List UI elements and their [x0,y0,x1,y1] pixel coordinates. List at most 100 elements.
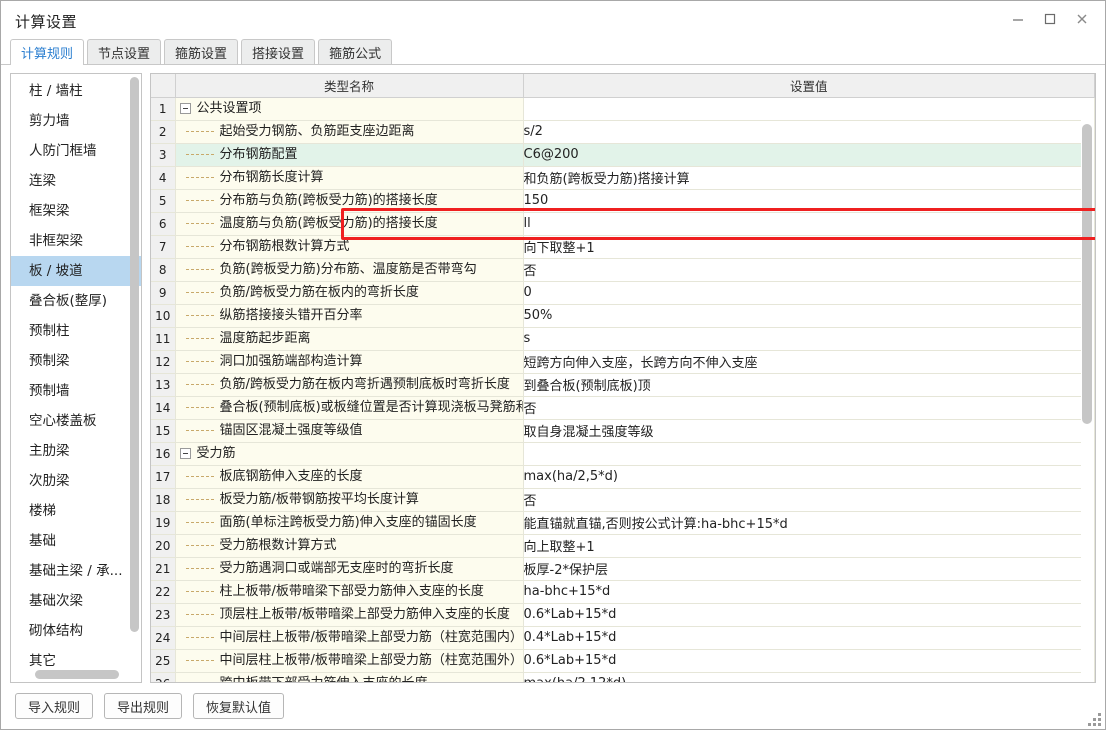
setting-value-cell[interactable]: 0.6*Lab+15*d [523,649,1095,673]
table-row[interactable]: 10 纵筋搭接接头错开百分率 50% [151,304,1095,328]
setting-value-cell[interactable]: 和负筋(跨板受力筋)搭接计算 [523,166,1095,190]
setting-name-cell[interactable]: 受力筋遇洞口或端部无支座时的弯折长度 [175,557,524,581]
sidebar-horizontal-scrollbar[interactable] [35,670,119,679]
close-button[interactable] [1067,5,1097,33]
table-row[interactable]: 16 受力筋 [151,442,1095,466]
setting-name-cell[interactable]: 锚固区混凝土强度等级值 [175,419,524,443]
setting-name-cell[interactable]: 分布钢筋根数计算方式 [175,235,524,259]
setting-value-cell[interactable]: 否 [523,488,1095,512]
table-row[interactable]: 22 柱上板带/板带暗梁下部受力筋伸入支座的长度 ha-bhc+15*d [151,580,1095,604]
table-row[interactable]: 24 中间层柱上板带/板带暗梁上部受力筋（柱宽范围内）伸入...0.4*Lab+1… [151,626,1095,650]
sidebar-item-17[interactable]: 基础次梁 [11,586,141,616]
setting-name-cell[interactable]: 受力筋 [175,442,524,466]
table-row[interactable]: 19 面筋(单标注跨板受力筋)伸入支座的锚固长度 能直锚就直锚,否则按公式计算:ha… [151,511,1095,535]
table-row[interactable]: 15 锚固区混凝土强度等级值 取自身混凝土强度等级 [151,419,1095,443]
resize-grip[interactable] [1088,713,1101,726]
table-row[interactable]: 23 顶层柱上板带/板带暗梁上部受力筋伸入支座的长度 0.6*Lab+15*d [151,603,1095,627]
table-row[interactable]: 11 温度筋起步距离 s [151,327,1095,351]
collapse-minus-icon[interactable] [179,448,191,459]
setting-value-cell[interactable]: 150 [523,189,1095,213]
setting-value-cell[interactable]: ll [523,212,1095,236]
setting-value-cell[interactable]: C6@200 [523,143,1095,167]
setting-name-cell[interactable]: 纵筋搭接接头错开百分率 [175,304,524,328]
setting-value-cell[interactable] [523,97,1095,121]
collapse-minus-icon[interactable] [179,103,191,114]
setting-name-cell[interactable]: 中间层柱上板带/板带暗梁上部受力筋（柱宽范围内）伸入... [175,626,524,650]
setting-name-cell[interactable]: 跨中板带下部受力筋伸入支座的长度 [175,672,524,682]
setting-value-cell[interactable]: 否 [523,258,1095,282]
minimize-button[interactable] [1003,5,1033,33]
setting-name-cell[interactable]: 分布钢筋配置 [175,143,524,167]
setting-name-cell[interactable]: 板底钢筋伸入支座的长度 [175,465,524,489]
tab-3[interactable]: 搭接设置 [241,39,316,64]
sidebar-item-0[interactable]: 柱 / 墙柱 [11,76,141,106]
tab-0[interactable]: 计算规则 [10,39,85,65]
setting-value-cell[interactable] [523,442,1095,466]
sidebar-item-7[interactable]: 叠合板(整厚) [11,286,141,316]
grid-vertical-scrollbar[interactable] [1082,124,1092,424]
sidebar-item-13[interactable]: 次肋梁 [11,466,141,496]
setting-name-cell[interactable]: 顶层柱上板带/板带暗梁上部受力筋伸入支座的长度 [175,603,524,627]
setting-value-cell[interactable]: max(ha/2,12*d) [523,672,1095,682]
table-row[interactable]: 14 叠合板(预制底板)或板缝位置是否计算现浇板马凳筋和拉筋否 [151,396,1095,420]
grid-vertical-scrollbar-track[interactable] [1081,98,1094,681]
table-row[interactable]: 26 跨中板带下部受力筋伸入支座的长度 max(ha/2,12*d) [151,672,1095,682]
setting-name-cell[interactable]: 起始受力钢筋、负筋距支座边距离 [175,120,524,144]
table-row[interactable]: 20 受力筋根数计算方式 向上取整+1 [151,534,1095,558]
table-row[interactable]: 18 板受力筋/板带钢筋按平均长度计算 否 [151,488,1095,512]
table-row[interactable]: 13 负筋/跨板受力筋在板内弯折遇预制底板时弯折长度 到叠合板(预制底板)顶 [151,373,1095,397]
table-row[interactable]: 8 负筋(跨板受力筋)分布筋、温度筋是否带弯勾 否 [151,258,1095,282]
category-sidebar[interactable]: 柱 / 墙柱 剪力墙 人防门框墙 连梁 框架梁 非框架梁板 / 坡道 叠合板(整厚) 预制柱预… [10,73,142,683]
setting-value-cell[interactable]: 0 [523,281,1095,305]
import-rules-button[interactable]: 导入规则 [15,693,94,719]
setting-value-cell[interactable]: 0.4*Lab+15*d [523,626,1095,650]
sidebar-item-16[interactable]: 基础主梁 / 承... [11,556,141,586]
setting-name-cell[interactable]: 叠合板(预制底板)或板缝位置是否计算现浇板马凳筋和拉筋 [175,396,524,420]
table-row[interactable]: 9 负筋/跨板受力筋在板内的弯折长度 0 [151,281,1095,305]
sidebar-item-8[interactable]: 预制柱 [11,316,141,346]
export-rules-button[interactable]: 导出规则 [104,693,183,719]
column-header-type-name[interactable]: 类型名称 [175,74,524,98]
setting-name-cell[interactable]: 板受力筋/板带钢筋按平均长度计算 [175,488,524,512]
setting-name-cell[interactable]: 分布钢筋长度计算 [175,166,524,190]
sidebar-item-9[interactable]: 预制梁 [11,346,141,376]
setting-value-cell[interactable]: 0.6*Lab+15*d [523,603,1095,627]
setting-name-cell[interactable]: 公共设置项 [175,97,524,121]
maximize-button[interactable] [1035,5,1065,33]
sidebar-item-1[interactable]: 剪力墙 [11,106,141,136]
setting-name-cell[interactable]: 面筋(单标注跨板受力筋)伸入支座的锚固长度 [175,511,524,535]
setting-name-cell[interactable]: 柱上板带/板带暗梁下部受力筋伸入支座的长度 [175,580,524,604]
setting-value-cell[interactable]: 向下取整+1 [523,235,1095,259]
tab-2[interactable]: 箍筋设置 [164,39,239,64]
setting-name-cell[interactable]: 负筋/跨板受力筋在板内的弯折长度 [175,281,524,305]
setting-name-cell[interactable]: 负筋/跨板受力筋在板内弯折遇预制底板时弯折长度 [175,373,524,397]
table-row[interactable]: 6 温度筋与负筋(跨板受力筋)的搭接长度 ll [151,212,1095,236]
setting-name-cell[interactable]: 受力筋根数计算方式 [175,534,524,558]
setting-value-cell[interactable]: 向上取整+1 [523,534,1095,558]
table-row[interactable]: 4 分布钢筋长度计算 和负筋(跨板受力筋)搭接计算 [151,166,1095,190]
setting-name-cell[interactable]: 中间层柱上板带/板带暗梁上部受力筋（柱宽范围外）伸入... [175,649,524,673]
sidebar-item-12[interactable]: 主肋梁 [11,436,141,466]
tab-4[interactable]: 箍筋公式 [318,39,393,64]
setting-value-cell[interactable]: 50% [523,304,1095,328]
tab-1[interactable]: 节点设置 [87,39,162,64]
setting-name-cell[interactable]: 负筋(跨板受力筋)分布筋、温度筋是否带弯勾 [175,258,524,282]
setting-value-cell[interactable]: 板厚-2*保护层 [523,557,1095,581]
table-row[interactable]: 21 受力筋遇洞口或端部无支座时的弯折长度 板厚-2*保护层 [151,557,1095,581]
setting-name-cell[interactable]: 温度筋起步距离 [175,327,524,351]
sidebar-item-3[interactable]: 连梁 [11,166,141,196]
sidebar-item-6[interactable]: 板 / 坡道 [11,256,141,286]
setting-value-cell[interactable]: ha-bhc+15*d [523,580,1095,604]
table-row[interactable]: 17 板底钢筋伸入支座的长度 max(ha/2,5*d) [151,465,1095,489]
setting-value-cell[interactable]: max(ha/2,5*d) [523,465,1095,489]
setting-value-cell[interactable]: 到叠合板(预制底板)顶 [523,373,1095,397]
column-header-setting-value[interactable]: 设置值 [523,74,1095,98]
setting-value-cell[interactable]: 否 [523,396,1095,420]
table-row[interactable]: 12 洞口加强筋端部构造计算 短跨方向伸入支座，长跨方向不伸入支座 [151,350,1095,374]
table-row[interactable]: 2 起始受力钢筋、负筋距支座边距离 s/2 [151,120,1095,144]
sidebar-item-2[interactable]: 人防门框墙 [11,136,141,166]
sidebar-item-10[interactable]: 预制墙 [11,376,141,406]
table-row[interactable]: 1 公共设置项 [151,97,1095,121]
setting-name-cell[interactable]: 分布筋与负筋(跨板受力筋)的搭接长度 [175,189,524,213]
sidebar-vertical-scrollbar[interactable] [130,77,139,632]
